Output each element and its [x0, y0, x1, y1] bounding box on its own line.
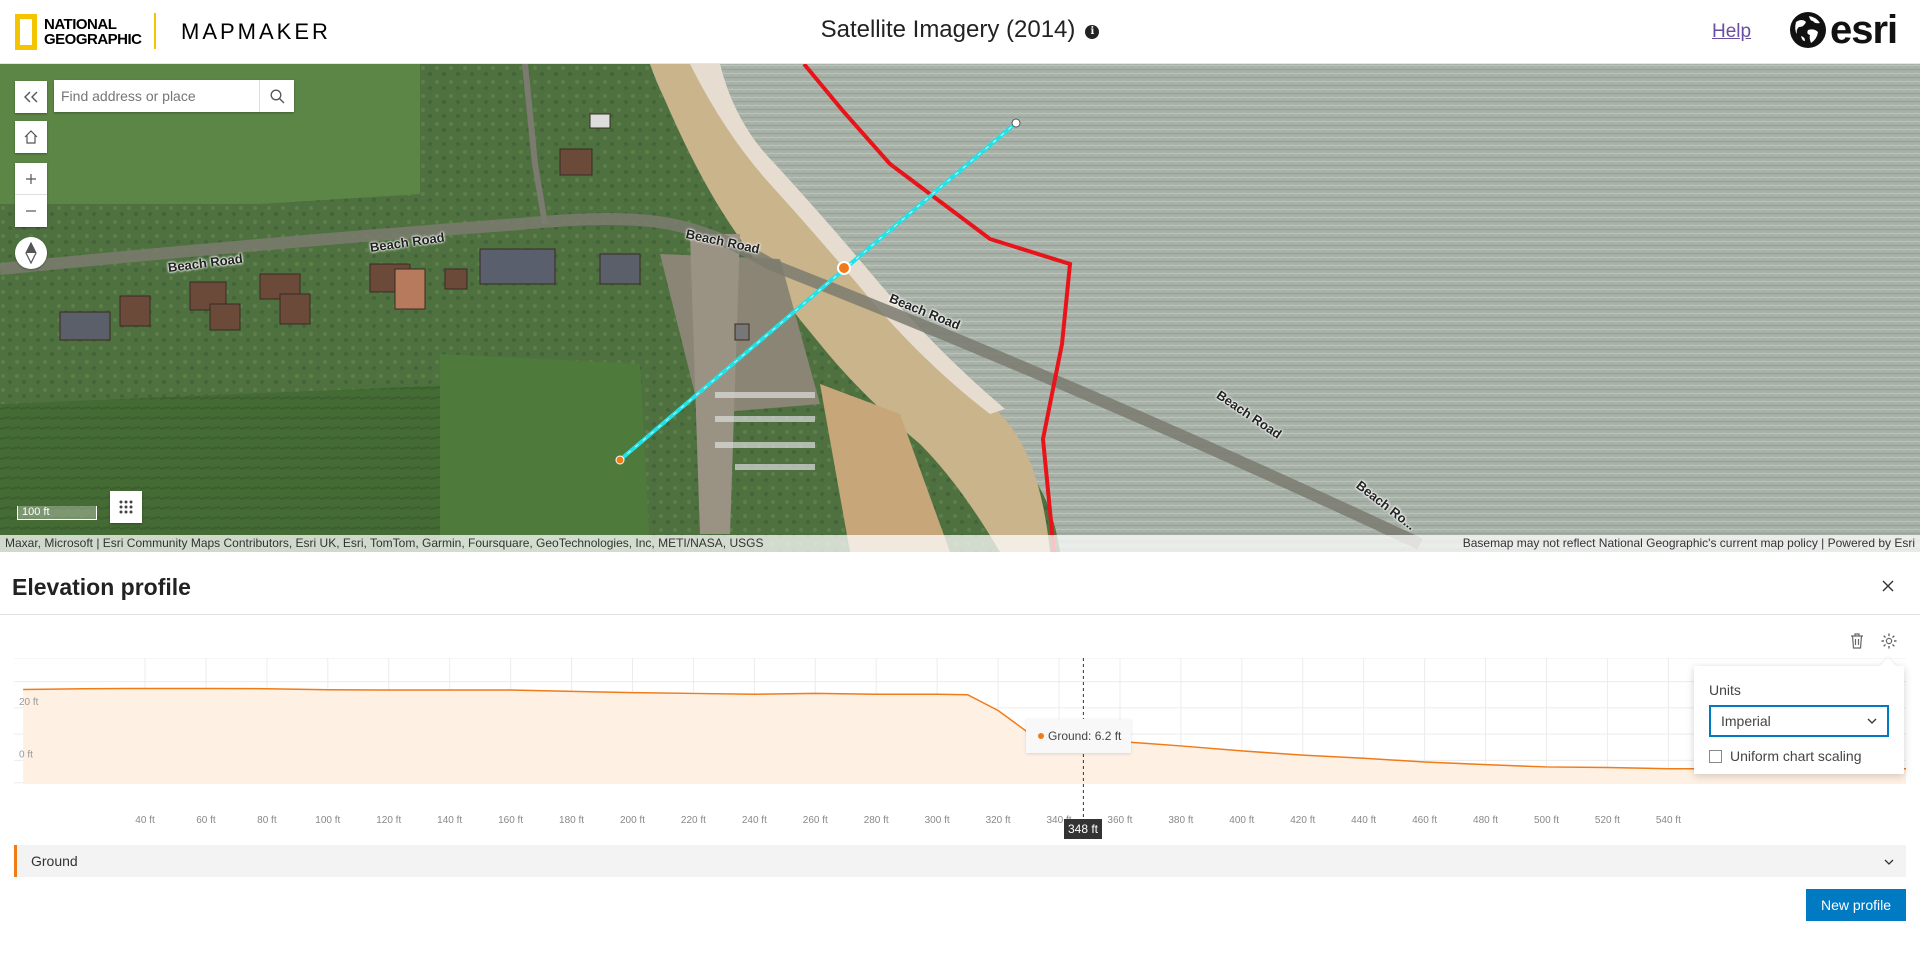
globe-icon [1790, 12, 1826, 48]
double-chevron-left-icon [24, 91, 38, 103]
chart-tooltip: Ground: 6.2 ft [1026, 719, 1132, 753]
x-tick-label: 320 ft [986, 815, 1011, 826]
ground-area [23, 688, 1913, 784]
map-title: Satellite Imagery (2014) [820, 16, 1076, 43]
esri-wordmark: esri [1830, 8, 1898, 52]
units-label: Units [1709, 682, 1741, 698]
settings-button[interactable] [1880, 632, 1898, 650]
tooltip-text: Ground: 6.2 ft [1048, 729, 1122, 743]
compass-icon [25, 242, 37, 264]
settings-popover: Units Imperial Uniform chart scaling [1694, 657, 1904, 774]
map-attribution: Maxar, Microsoft | Esri Community Maps C… [0, 535, 1920, 552]
minus-icon [26, 210, 36, 212]
x-tick-label: 220 ft [681, 815, 706, 826]
uniform-scaling-label: Uniform chart scaling [1730, 748, 1862, 764]
panel-divider [0, 614, 1920, 615]
x-tick-label: 460 ft [1412, 815, 1437, 826]
search-icon [270, 89, 284, 103]
app-header: NATIONAL GEOGRAPHIC MAPMAKER Satellite I… [0, 0, 1920, 64]
x-tick-label: 60 ft [196, 815, 216, 826]
map-title-wrap: Satellite Imagery (2014) i [0, 16, 1920, 44]
x-tick-label: 520 ft [1595, 815, 1620, 826]
ground-series-row[interactable]: Ground [14, 845, 1906, 877]
x-tick-label: 140 ft [437, 815, 462, 826]
x-tick-label: 260 ft [803, 815, 828, 826]
uniform-scaling-checkbox[interactable] [1709, 749, 1722, 763]
home-button[interactable] [15, 121, 47, 153]
x-tick-label: 120 ft [376, 815, 401, 826]
satellite-basemap[interactable] [0, 64, 1920, 552]
help-link[interactable]: Help [1712, 21, 1751, 43]
elevation-chart[interactable]: 20 ft 0 ft 40 ft 60 ft 80 ft 100 ft 120 ft 140 … [14, 657, 1913, 953]
map-view[interactable]: Beach Road Beach Road Beach Road Beach R… [0, 64, 1920, 552]
new-profile-button[interactable]: New profile [1806, 889, 1906, 921]
basemap-gallery-button[interactable] [110, 491, 142, 523]
x-tick-label: 240 ft [742, 815, 767, 826]
trash-icon [1851, 633, 1863, 649]
x-tick-label: 280 ft [864, 815, 889, 826]
x-tick-label: 400 ft [1229, 815, 1254, 826]
search-widget [54, 80, 294, 112]
plus-icon [26, 173, 36, 184]
scale-bar: 100 ft [17, 506, 97, 520]
close-button[interactable] [1882, 576, 1894, 597]
zoom-in-button[interactable] [15, 163, 47, 195]
attribution-sources[interactable]: Maxar, Microsoft | Esri Community Maps C… [5, 535, 763, 552]
chevron-down-icon [1867, 718, 1877, 724]
panel-title: Elevation profile [12, 574, 191, 600]
series-dot-icon [1038, 733, 1044, 739]
clear-profile-button[interactable] [1848, 632, 1866, 650]
attribution-policy[interactable]: Basemap may not reflect National Geograp… [1463, 535, 1915, 552]
x-tick-label: 160 ft [498, 815, 523, 826]
x-tick-label: 300 ft [925, 815, 950, 826]
gear-icon [1881, 633, 1897, 649]
info-icon[interactable]: i [1085, 25, 1100, 39]
elevation-profile-panel: Elevation profile 20 ft 0 ft 40 ft 60 ft 80 … [0, 552, 1920, 953]
x-tick-label: 480 ft [1473, 815, 1498, 826]
search-input[interactable] [54, 80, 260, 112]
x-tick-label: 360 ft [1107, 815, 1132, 826]
x-tick-label: 500 ft [1534, 815, 1559, 826]
ground-label: Ground [31, 853, 78, 869]
uniform-scaling-option[interactable]: Uniform chart scaling [1709, 748, 1862, 764]
home-icon [24, 130, 38, 144]
x-tick-label: 380 ft [1168, 815, 1193, 826]
compass-button[interactable] [15, 237, 47, 269]
cursor-distance-label: 348 ft [1064, 819, 1102, 839]
x-tick-label: 180 ft [559, 815, 584, 826]
chevron-down-icon [1884, 859, 1894, 865]
zoom-out-button[interactable] [15, 195, 47, 227]
x-tick-label: 40 ft [135, 815, 155, 826]
search-button[interactable] [260, 80, 294, 112]
units-value: Imperial [1721, 713, 1771, 729]
collapse-button[interactable] [15, 81, 47, 113]
x-tick-label: 440 ft [1351, 815, 1376, 826]
close-icon [1882, 580, 1894, 592]
x-tick-label: 200 ft [620, 815, 645, 826]
zoom-controls [15, 163, 47, 227]
grid-icon [119, 500, 133, 514]
esri-logo[interactable]: esri [1788, 8, 1898, 52]
x-tick-label: 420 ft [1290, 815, 1315, 826]
y-tick-label: 0 ft [19, 749, 33, 760]
y-tick-label: 20 ft [19, 697, 39, 708]
x-tick-label: 100 ft [315, 815, 340, 826]
x-tick-label: 80 ft [257, 815, 277, 826]
x-tick-label: 540 ft [1656, 815, 1681, 826]
units-select[interactable]: Imperial [1709, 705, 1889, 737]
elevation-chart-svg[interactable]: 20 ft 0 ft 40 ft 60 ft 80 ft 100 ft 120 ft 140 … [14, 657, 1913, 948]
